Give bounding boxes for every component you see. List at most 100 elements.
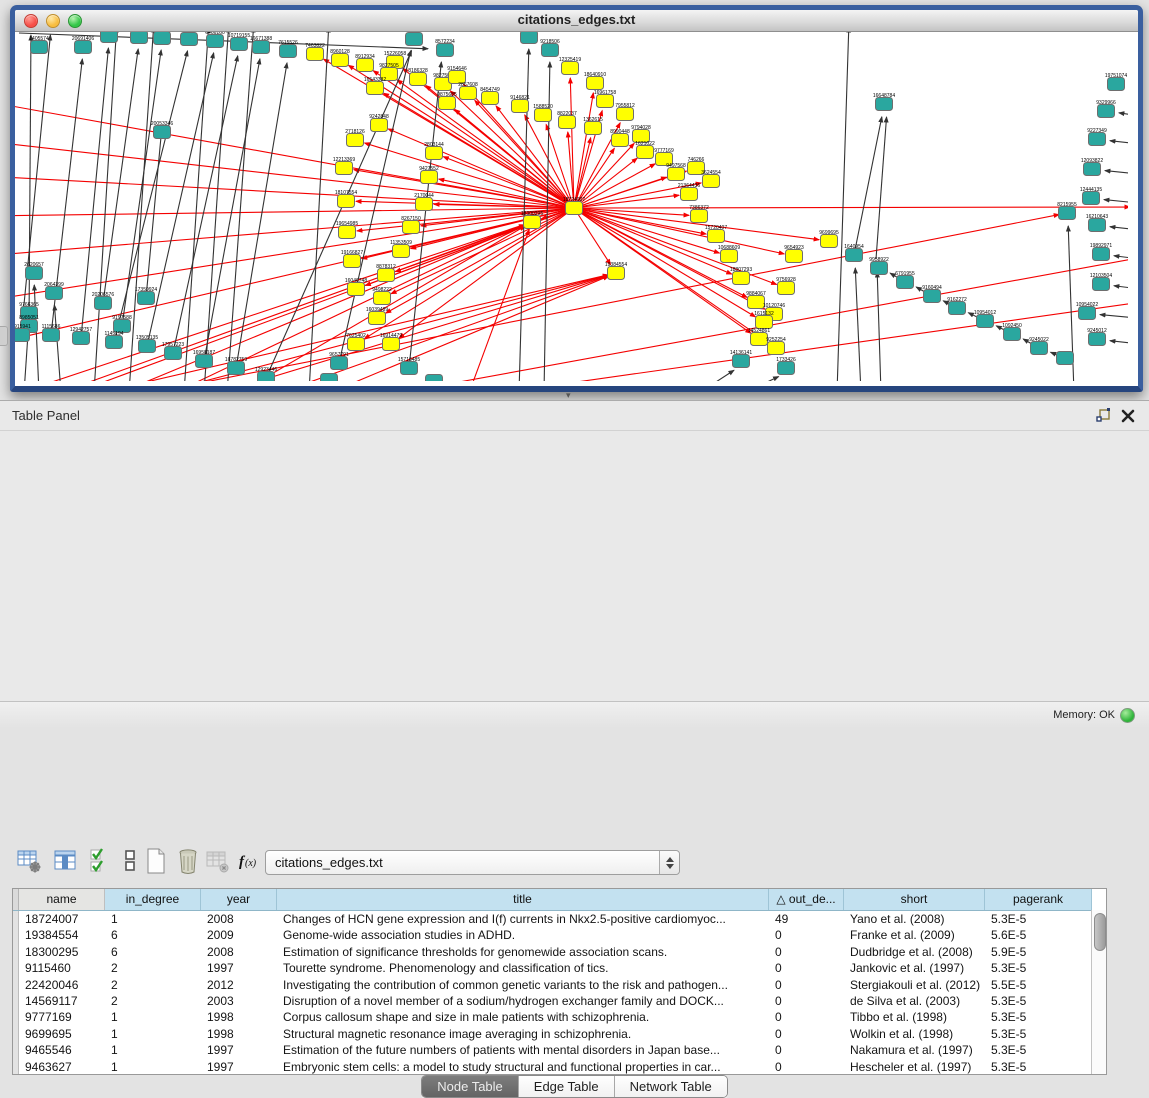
table-cell[interactable]: 2009	[201, 927, 277, 943]
network-canvas-svg[interactable]: 1872400718300295193845547463822896012889…	[15, 32, 1128, 381]
graph-node-yellow[interactable]	[721, 250, 738, 263]
table-cell[interactable]: Wolkin et al. (1998)	[844, 1026, 985, 1042]
table-vertical-scrollbar[interactable]	[1091, 910, 1106, 1075]
edge[interactable]	[1105, 171, 1128, 175]
edge[interactable]	[204, 32, 229, 381]
table-cell[interactable]: 0	[769, 1026, 844, 1042]
graph-node-yellow[interactable]	[562, 62, 579, 75]
graph-node-yellow[interactable]	[410, 73, 427, 86]
close-panel-icon[interactable]	[1119, 407, 1137, 425]
table-row[interactable]: 1830029562008Estimation of significance …	[13, 944, 1106, 960]
table-cell[interactable]: 1998	[201, 1026, 277, 1042]
graph-node-teal[interactable]	[253, 41, 270, 54]
table-cell[interactable]: 18724007	[19, 911, 105, 927]
graph-node-teal[interactable]	[733, 355, 750, 368]
graph-node-yellow[interactable]	[371, 119, 388, 132]
graph-node-yellow[interactable]	[559, 116, 576, 129]
edge[interactable]	[855, 268, 861, 381]
graph-node-teal[interactable]	[228, 362, 245, 375]
graph-node-teal[interactable]	[1084, 163, 1101, 176]
graph-node-yellow[interactable]	[383, 338, 400, 351]
graph-node-yellow[interactable]	[357, 59, 374, 72]
edge[interactable]	[1110, 141, 1128, 145]
graph-node-yellow[interactable]	[393, 245, 410, 258]
graph-node-yellow[interactable]	[637, 146, 654, 159]
table-row[interactable]: 1456911722003Disruption of a novel membe…	[13, 993, 1106, 1009]
graph-node-yellow[interactable]	[587, 77, 604, 90]
graph-node-yellow[interactable]	[778, 282, 795, 295]
graph-node-yellow[interactable]	[597, 95, 614, 108]
table-cell[interactable]: 9115460	[19, 960, 105, 976]
edge[interactable]	[236, 63, 287, 368]
graph-node-teal[interactable]	[46, 287, 63, 300]
table-cell[interactable]: 1	[105, 1059, 201, 1075]
table-cell[interactable]: Jankovic et al. (1997)	[844, 960, 985, 976]
table-row[interactable]: 969969511998Structural magnetic resonanc…	[13, 1026, 1106, 1042]
graph-node-teal[interactable]	[924, 290, 941, 303]
float-panel-icon[interactable]	[1095, 407, 1113, 425]
graph-node-teal[interactable]	[321, 374, 338, 382]
table-row[interactable]: 946362711997Embryonic stem cells: a mode…	[13, 1059, 1106, 1075]
table-cell[interactable]: 14569117	[19, 993, 105, 1009]
graph-node-yellow[interactable]	[786, 250, 803, 263]
table-cell[interactable]: 5.9E-5	[985, 944, 1092, 960]
table-cell[interactable]: Tourette syndrome. Phenomenology and cla…	[277, 960, 769, 976]
table-source-select[interactable]: citations_edges.txt	[265, 850, 680, 875]
graph-node-yellow[interactable]	[426, 147, 443, 160]
graph-node-teal[interactable]	[1089, 333, 1106, 346]
graph-node-yellow[interactable]	[608, 267, 625, 280]
edge[interactable]	[122, 50, 161, 326]
graph-node-yellow[interactable]	[612, 134, 629, 147]
table-cell[interactable]: 1997	[201, 960, 277, 976]
graph-node-yellow[interactable]	[482, 92, 499, 105]
edge[interactable]	[1110, 227, 1128, 231]
table-options-icon[interactable]	[16, 846, 44, 876]
graph-node-yellow[interactable]	[416, 198, 433, 211]
table-cell[interactable]: 0	[769, 927, 844, 943]
tab-network-table[interactable]: Network Table	[614, 1076, 727, 1097]
graph-node-yellow[interactable]	[348, 283, 365, 296]
edge[interactable]	[15, 208, 574, 255]
graph-node-teal[interactable]	[15, 329, 30, 342]
table-cell[interactable]: 2008	[201, 911, 277, 927]
table-cell[interactable]: Changes of HCN gene expression and I(f) …	[277, 911, 769, 927]
graph-node-teal[interactable]	[778, 362, 795, 375]
table-cell[interactable]: Genome-wide association studies in ADHD.	[277, 927, 769, 943]
graph-node-yellow[interactable]	[751, 333, 768, 346]
graph-node-yellow[interactable]	[332, 54, 349, 67]
edge[interactable]	[173, 56, 238, 353]
table-cell[interactable]: 5.3E-5	[985, 960, 1092, 976]
table-cell[interactable]: 1	[105, 1009, 201, 1025]
column-header-in_degree[interactable]: in_degree	[105, 889, 201, 910]
graph-node-teal[interactable]	[1108, 78, 1125, 91]
graph-node-teal[interactable]	[1093, 248, 1110, 261]
edge[interactable]	[1100, 315, 1128, 319]
window-titlebar[interactable]: citations_edges.txt	[15, 10, 1138, 32]
graph-node-teal[interactable]	[406, 33, 423, 46]
graph-node-yellow[interactable]	[756, 316, 773, 329]
table-cell[interactable]: 0	[769, 944, 844, 960]
table-cell[interactable]: Disruption of a novel member of a sodium…	[277, 993, 769, 1009]
graph-node-yellow[interactable]	[535, 109, 552, 122]
graph-node-teal[interactable]	[75, 41, 92, 54]
row-height-icon[interactable]	[116, 846, 144, 876]
table-cell[interactable]: Structural magnetic resonance image aver…	[277, 1026, 769, 1042]
node-table[interactable]: namein_degreeyeartitle△ out_de...shortpa…	[12, 888, 1107, 1075]
table-cell[interactable]: 0	[769, 1009, 844, 1025]
table-cell[interactable]: 0	[769, 1042, 844, 1058]
edge[interactable]	[699, 370, 734, 381]
table-cell[interactable]: 0	[769, 960, 844, 976]
edge[interactable]	[15, 176, 574, 208]
graph-node-teal[interactable]	[949, 302, 966, 315]
graph-node-yellow[interactable]	[512, 100, 529, 113]
table-cell[interactable]: 0	[769, 977, 844, 993]
hidden-panel-handle[interactable]	[0, 326, 8, 346]
graph-node-teal[interactable]	[207, 35, 224, 48]
table-cell[interactable]: 1998	[201, 1009, 277, 1025]
edge[interactable]	[1110, 341, 1128, 345]
graph-node-yellow[interactable]	[439, 97, 456, 110]
graph-node-teal[interactable]	[1093, 278, 1110, 291]
tab-edge-table[interactable]: Edge Table	[518, 1076, 614, 1097]
network-canvas[interactable]: 1872400718300295193845547463822896012889…	[15, 32, 1128, 381]
graph-node-teal[interactable]	[101, 32, 118, 43]
